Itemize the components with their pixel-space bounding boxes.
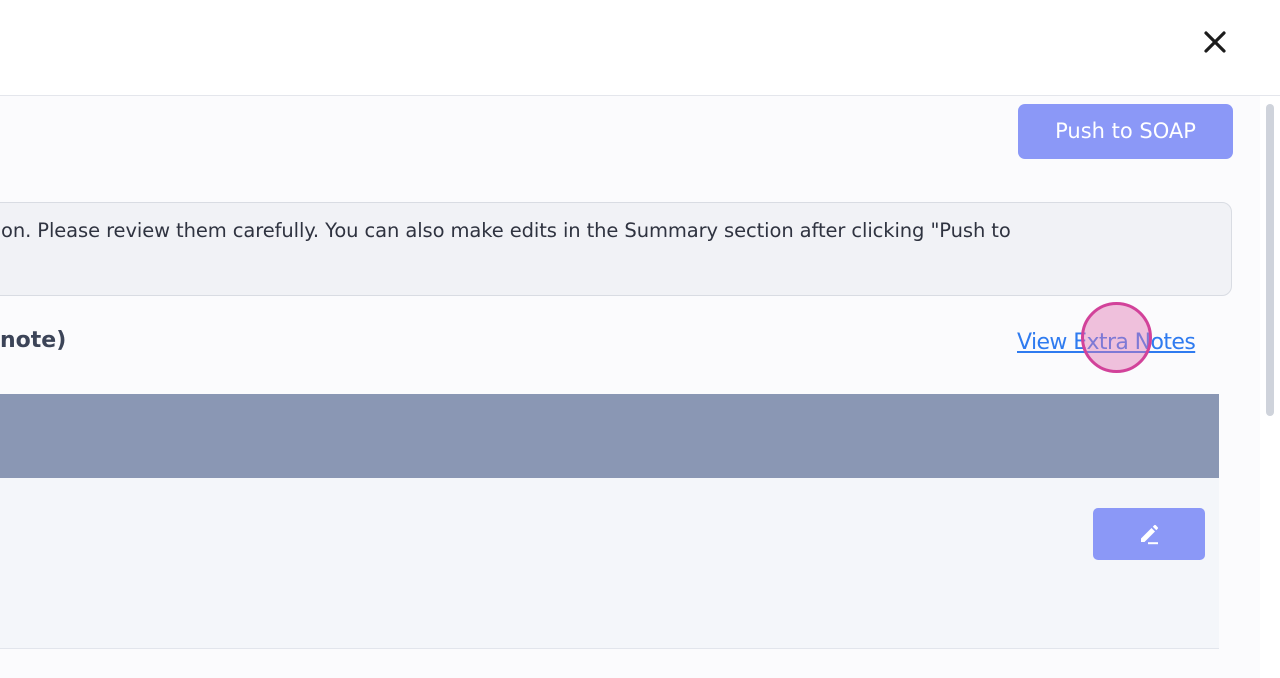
scrollbar-thumb[interactable] xyxy=(1266,104,1274,416)
pencil-icon xyxy=(1141,524,1159,545)
info-notice: on. Please review them carefully. You ca… xyxy=(0,202,1232,296)
close-button[interactable] xyxy=(1198,25,1232,59)
modal-header xyxy=(0,0,1280,96)
view-extra-notes-link[interactable]: View Extra Notes xyxy=(1017,330,1219,355)
edit-button[interactable] xyxy=(1093,508,1205,560)
close-icon xyxy=(1204,31,1226,53)
table-header xyxy=(0,394,1219,478)
push-to-soap-button[interactable]: Push to SOAP xyxy=(1018,104,1233,159)
info-notice-text: on. Please review them carefully. You ca… xyxy=(1,219,1011,242)
table-row xyxy=(0,478,1219,649)
section-title: note) xyxy=(0,328,67,353)
